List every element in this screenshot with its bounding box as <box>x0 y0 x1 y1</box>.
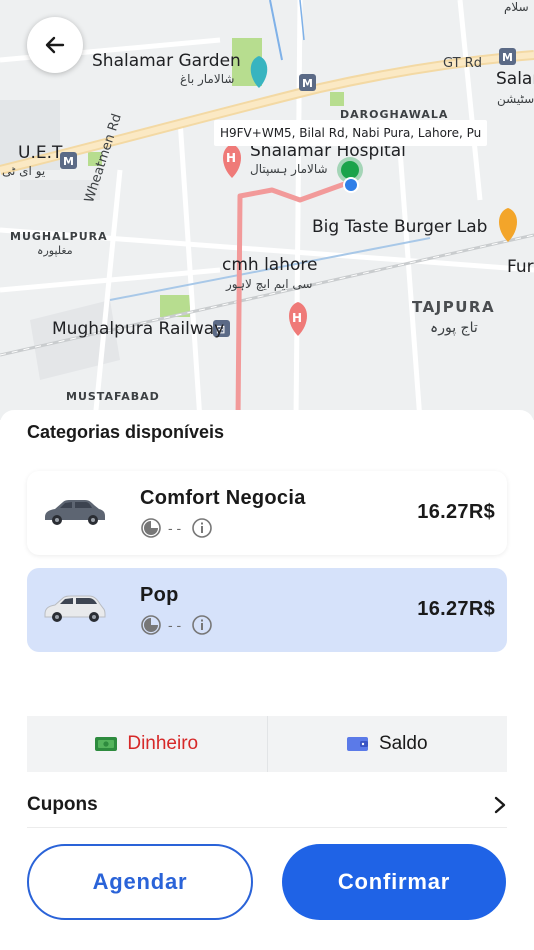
map-label-shalamar-garden-urdu: شالامار باغ <box>180 72 235 86</box>
map-label-fur: Fur <box>507 257 534 277</box>
svg-text:H: H <box>226 151 236 165</box>
svg-text:M: M <box>302 77 313 90</box>
map-label-mughalpura: MUGHALPURA <box>10 230 108 243</box>
map-label-gt-rd: GT Rd <box>443 56 482 71</box>
wallet-icon <box>346 737 368 751</box>
schedule-button[interactable]: Agendar <box>27 844 253 920</box>
category-price: 16.27R$ <box>417 598 495 620</box>
category-name: Comfort Negocia <box>140 487 306 509</box>
section-title: Categorias disponíveis <box>27 422 225 442</box>
map-label-tajpura: TAJPURA <box>412 298 496 316</box>
category-card-pop[interactable]: Pop - - 16.27R$ <box>27 568 507 652</box>
cash-icon <box>95 737 118 751</box>
category-name: Pop <box>140 584 179 606</box>
payment-balance-option[interactable]: Saldo <box>268 716 508 772</box>
map-label-cmh: cmh lahore <box>222 255 318 275</box>
chevron-right-icon <box>494 796 506 813</box>
map-label-uet-urdu: یو ای ٹی <box>2 164 46 178</box>
map-label-shalamar-garden: Shalamar Garden <box>92 51 241 71</box>
map-label-big-taste: Big Taste Burger Lab <box>312 217 488 237</box>
payment-cash-label: Dinheiro <box>127 733 199 754</box>
map-label-mustafabad: MUSTAFABAD <box>66 390 160 403</box>
sedan-car-icon <box>45 500 105 525</box>
hatchback-car-icon <box>44 595 106 622</box>
coupons-label: Cupons <box>27 793 98 815</box>
svg-text:M: M <box>63 155 74 168</box>
map-label-railway: Mughalpura Railway <box>52 319 225 339</box>
pickup-address-chip[interactable]: H9FV+WM5, Bilal Rd, Nabi Pura, Lahore, P… <box>214 120 488 146</box>
payment-selector: Dinheiro Saldo <box>27 716 507 772</box>
payment-balance-label: Saldo <box>378 733 428 754</box>
map-label-salar: Salar <box>496 69 534 89</box>
category-eta: - - <box>168 520 182 536</box>
svg-text:M: M <box>502 51 513 64</box>
map-label-shalamar-hospital-urdu: شالامار ہسپتال <box>250 162 328 176</box>
payment-cash-option[interactable]: Dinheiro <box>27 716 268 772</box>
category-meta: - - <box>140 614 213 636</box>
clock-icon <box>141 518 161 538</box>
info-icon[interactable] <box>191 614 213 636</box>
map-label-uet: U.E.T <box>18 143 63 163</box>
map-label-mughalpura-urdu: مغلپورہ <box>37 244 73 257</box>
category-card-comfort[interactable]: Comfort Negocia - - 16.27R$ <box>27 471 507 555</box>
category-sheet: Categorias disponíveis Comfort Negocia -… <box>0 410 534 950</box>
back-button[interactable] <box>27 17 83 73</box>
map-label-islam-urdu: سلام <box>504 0 529 14</box>
svg-text:H: H <box>292 311 302 325</box>
arrow-left-icon <box>45 36 65 54</box>
map-label-tajpura-urdu: تاج پورہ <box>430 320 478 336</box>
category-meta: - - <box>140 517 213 539</box>
coupons-row[interactable]: Cupons <box>27 782 507 828</box>
map-label-salar-urdu: سٹیشن <box>497 92 534 106</box>
map-label-cmh-urdu: سی ایم ایچ لاہور <box>226 277 313 291</box>
confirm-button[interactable]: Confirmar <box>282 844 506 920</box>
map-view[interactable]: M M M ⊞ H H Shalamar Garden شالامار باغ … <box>0 0 534 420</box>
category-eta: - - <box>168 617 182 633</box>
info-icon[interactable] <box>191 517 213 539</box>
category-price: 16.27R$ <box>417 501 495 523</box>
clock-icon <box>141 615 161 635</box>
